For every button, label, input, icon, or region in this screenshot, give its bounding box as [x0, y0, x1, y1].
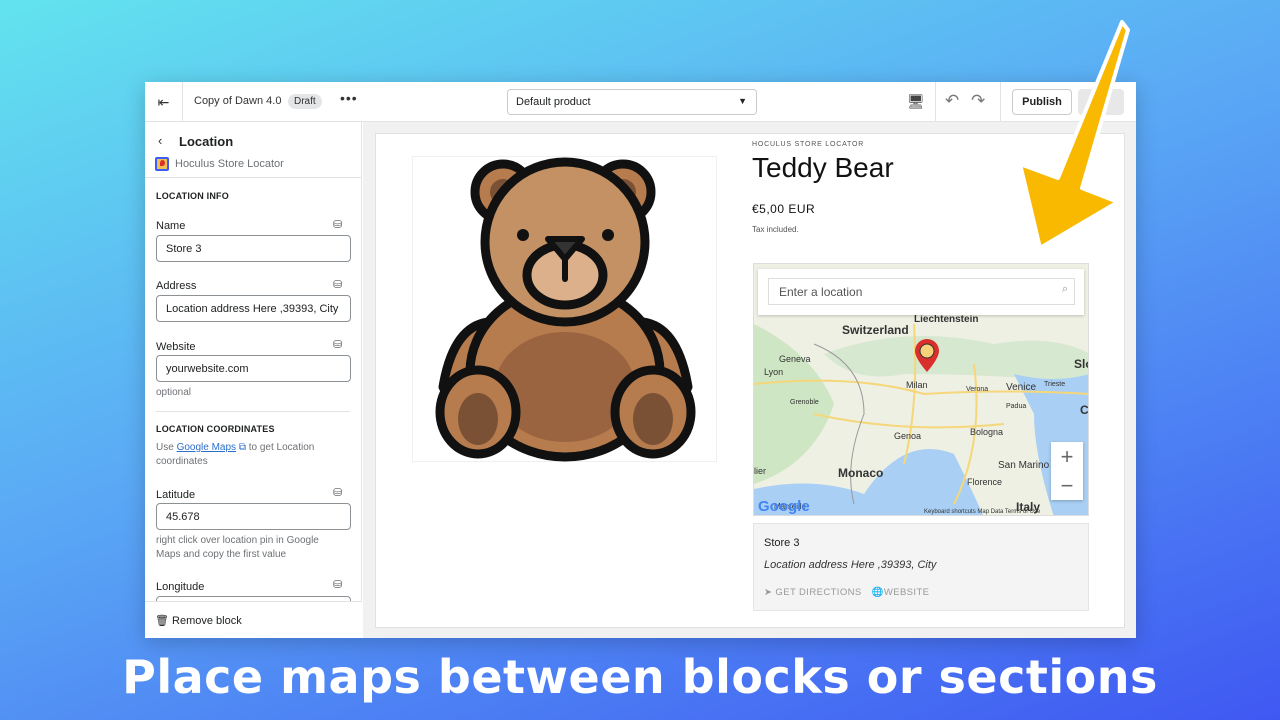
map-label: Monaco: [838, 466, 883, 480]
product-title: Teddy Bear: [752, 152, 894, 183]
latitude-input[interactable]: 45.678: [156, 503, 351, 530]
divider: [156, 411, 350, 412]
map-label: Grenoble: [790, 399, 819, 406]
website-help: optional: [156, 387, 192, 398]
dynamic-source-icon[interactable]: ⛁: [333, 338, 342, 351]
search-icon[interactable]: ⌕: [1062, 283, 1068, 296]
map-label: Switzerland: [842, 323, 909, 337]
divider: [935, 82, 936, 122]
sidebar: ‹ Location Hoculus Store Locator LOCATIO…: [145, 122, 362, 638]
remove-block-button[interactable]: 🗑 Remove block: [145, 601, 362, 638]
map-label: Florence: [967, 477, 1002, 487]
name-input[interactable]: Store 3: [156, 235, 351, 262]
map-label: Slo: [1074, 357, 1089, 371]
store-links: ➤ GET DIRECTIONS 🌐WEBSITE: [764, 587, 929, 598]
theme-editor-window: ⇤ Copy of Dawn 4.0 Draft ••• Default pro…: [145, 82, 1136, 638]
draft-badge: Draft: [288, 94, 322, 109]
map-label: Trieste: [1044, 381, 1065, 388]
template-select-value: Default product: [516, 96, 591, 108]
template-select[interactable]: Default product ▼: [507, 89, 757, 115]
top-bar: ⇤ Copy of Dawn 4.0 Draft ••• Default pro…: [145, 82, 1136, 122]
product-vendor: HOCULUS STORE LOCATOR: [752, 141, 865, 148]
map-label: Liechtenstein: [914, 314, 978, 325]
dynamic-source-icon[interactable]: ⛁: [333, 278, 342, 291]
product-price: €5,00 EUR: [752, 202, 816, 216]
map-label: Bologna: [970, 427, 1003, 437]
store-address: Location address Here ,39393, City: [764, 559, 937, 571]
map-label: Lyon: [764, 367, 783, 377]
publish-button[interactable]: Publish: [1012, 89, 1072, 115]
map-footer[interactable]: Keyboard shortcuts Map Data Terms of Use: [924, 509, 1041, 515]
map-label: Milan: [906, 380, 928, 390]
section-location-coordinates: LOCATION COORDINATES: [156, 424, 275, 434]
map-label: Venice: [1006, 382, 1036, 393]
address-label: Address: [156, 280, 197, 292]
theme-name: Copy of Dawn 4.0: [194, 95, 282, 107]
map-label: C: [1080, 403, 1089, 417]
divider: [145, 177, 362, 178]
zoom-out-button[interactable]: −: [1051, 471, 1083, 500]
get-directions-label: GET DIRECTIONS: [775, 587, 862, 598]
name-label: Name: [156, 220, 186, 232]
map-label: Padua: [1006, 403, 1026, 410]
coords-help: Use Google Maps ⧉ to get Location coordi…: [156, 441, 346, 469]
website-label: Website: [156, 341, 196, 353]
dynamic-source-icon[interactable]: ⛁: [333, 486, 342, 499]
latitude-label: Latitude: [156, 489, 196, 501]
redo-icon[interactable]: ↷: [971, 91, 985, 111]
get-directions-link[interactable]: ➤ GET DIRECTIONS: [764, 587, 862, 598]
app-icon: [155, 157, 169, 171]
map-label: Verona: [966, 386, 988, 393]
trash-icon: 🗑: [155, 615, 169, 627]
map-zoom-controls: + −: [1051, 442, 1083, 500]
desktop-preview-icon[interactable]: 🖥: [907, 93, 925, 110]
storefront-preview: HOCULUS STORE LOCATOR Teddy Bear €5,00 E…: [375, 133, 1125, 628]
chevron-down-icon: ▼: [738, 96, 747, 106]
navigation-icon: ➤: [764, 587, 773, 598]
dynamic-source-icon[interactable]: ⛁: [333, 218, 342, 231]
more-actions-button[interactable]: •••: [340, 90, 358, 106]
product-image: [412, 156, 717, 462]
globe-icon: 🌐: [871, 587, 884, 598]
section-location-info: LOCATION INFO: [156, 191, 229, 201]
google-maps-link[interactable]: Google Maps: [177, 442, 236, 453]
map-label: San Marino: [998, 460, 1050, 471]
exit-button[interactable]: ⇤: [145, 82, 183, 122]
store-map[interactable]: Liechtenstein Switzerland Geneva Lyon Grenob…: [753, 263, 1089, 516]
save-button[interactable]: [1078, 89, 1124, 115]
external-link-icon: ⧉: [236, 442, 246, 453]
caption: Place maps between blocks or sections: [122, 650, 1158, 704]
app-name: Hoculus Store Locator: [175, 158, 284, 170]
map-label: Geneva: [779, 354, 811, 364]
location-search: Enter a location ⌕: [758, 269, 1084, 315]
coords-help-text: Use: [156, 442, 177, 453]
website-input[interactable]: yourwebsite.com: [156, 355, 351, 382]
undo-icon[interactable]: ↶: [945, 91, 959, 111]
preview-area: HOCULUS STORE LOCATOR Teddy Bear €5,00 E…: [363, 122, 1136, 638]
block-title: Location: [179, 134, 234, 149]
dynamic-source-icon[interactable]: ⛁: [333, 578, 342, 591]
map-label: Genoa: [894, 431, 921, 441]
divider: [1000, 82, 1001, 122]
map-label: lier: [754, 466, 766, 476]
tax-note: Tax included.: [752, 225, 799, 234]
store-card: Store 3 Location address Here ,39393, Ci…: [753, 523, 1089, 611]
google-logo: Google: [758, 498, 810, 515]
app-label: Hoculus Store Locator: [155, 157, 284, 171]
zoom-in-button[interactable]: +: [1051, 442, 1083, 471]
teddy-bear-image: [435, 157, 696, 462]
remove-block-label: Remove block: [172, 615, 242, 627]
location-search-input[interactable]: Enter a location: [768, 278, 1075, 305]
address-input[interactable]: Location address Here ,39393, City: [156, 295, 351, 322]
store-name: Store 3: [764, 537, 800, 549]
longitude-label: Longitude: [156, 581, 205, 593]
website-label: WEBSITE: [883, 587, 930, 598]
exit-icon: ⇤: [157, 93, 170, 110]
website-link[interactable]: 🌐WEBSITE: [872, 587, 930, 598]
back-button[interactable]: ‹: [158, 133, 162, 148]
latitude-help: right click over location pin in Google …: [156, 535, 319, 560]
